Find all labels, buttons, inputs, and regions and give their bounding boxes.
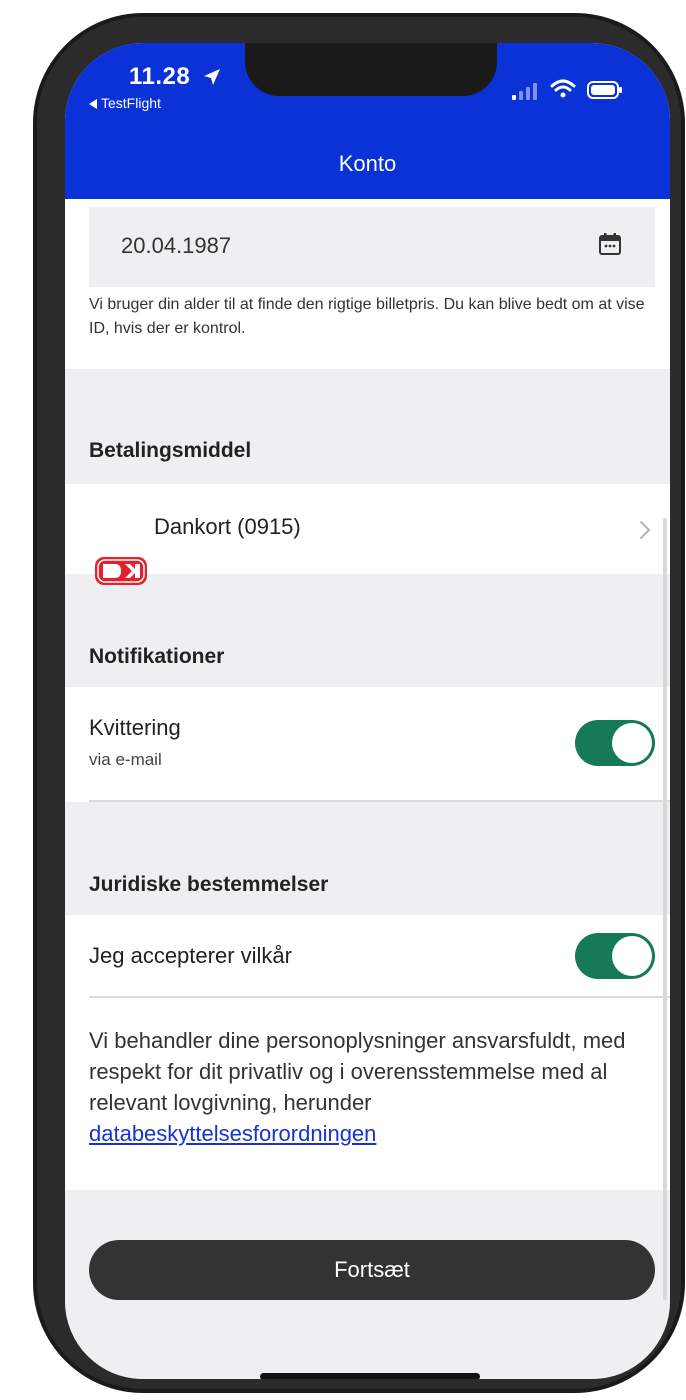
dankort-logo xyxy=(95,557,147,585)
gdpr-link[interactable]: databeskyttelsesforordningen xyxy=(89,1121,376,1146)
birthdate-help-text: Vi bruger din alder til at finde den rig… xyxy=(89,296,645,337)
back-to-app-link[interactable]: TestFlight xyxy=(89,95,161,111)
continue-button[interactable]: Fortsæt xyxy=(89,1240,655,1300)
divider xyxy=(89,996,670,998)
toggle-knob xyxy=(612,723,652,763)
back-app-label: TestFlight xyxy=(101,95,161,111)
notifications-section-title: Notifikationer xyxy=(89,645,225,668)
status-bar: 11.28 TestFlight xyxy=(65,43,670,133)
receipt-sublabel: via e-mail xyxy=(89,750,162,769)
location-arrow-icon xyxy=(204,69,220,85)
legal-section-title: Juridiske bestemmelser xyxy=(89,873,329,896)
battery-icon xyxy=(587,81,622,99)
receipt-toggle[interactable] xyxy=(575,720,655,766)
birthdate-value: 20.04.1987 xyxy=(121,233,232,258)
toggle-knob xyxy=(612,936,652,976)
payment-section-title: Betalingsmiddel xyxy=(89,439,252,462)
cellular-signal-icon xyxy=(512,83,537,100)
back-arrow-icon xyxy=(89,99,97,110)
wifi-icon xyxy=(550,79,576,98)
privacy-text: Vi behandler dine personoplysninger ansv… xyxy=(89,1025,659,1149)
receipt-row: Kvittering via e-mail xyxy=(65,687,670,802)
status-time: 11.28 xyxy=(129,63,191,90)
calendar-icon[interactable] xyxy=(597,231,623,257)
page-title: Konto xyxy=(338,151,397,176)
payment-card-row[interactable]: Dankort (0915) xyxy=(65,484,670,574)
chevron-right-icon xyxy=(640,521,651,539)
screen: 11.28 TestFlight Konto 20.04.1987 Vi bru… xyxy=(65,43,670,1379)
navigation-bar: Konto xyxy=(65,133,670,199)
payment-card-label: Dankort (0915) xyxy=(154,514,301,539)
privacy-body: Vi behandler dine personoplysninger ansv… xyxy=(89,1028,626,1115)
birthdate-section: 20.04.1987 Vi bruger din alder til at fi… xyxy=(65,199,670,369)
home-indicator xyxy=(260,1373,480,1379)
terms-toggle[interactable] xyxy=(575,933,655,979)
scrollbar[interactable] xyxy=(663,518,667,1300)
terms-label: Jeg accepterer vilkår xyxy=(89,943,292,968)
account-content: 20.04.1987 Vi bruger din alder til at fi… xyxy=(65,199,670,1379)
notch xyxy=(245,43,497,96)
birthdate-field[interactable]: 20.04.1987 xyxy=(89,207,655,287)
divider xyxy=(89,800,670,802)
receipt-label: Kvittering xyxy=(89,715,181,740)
